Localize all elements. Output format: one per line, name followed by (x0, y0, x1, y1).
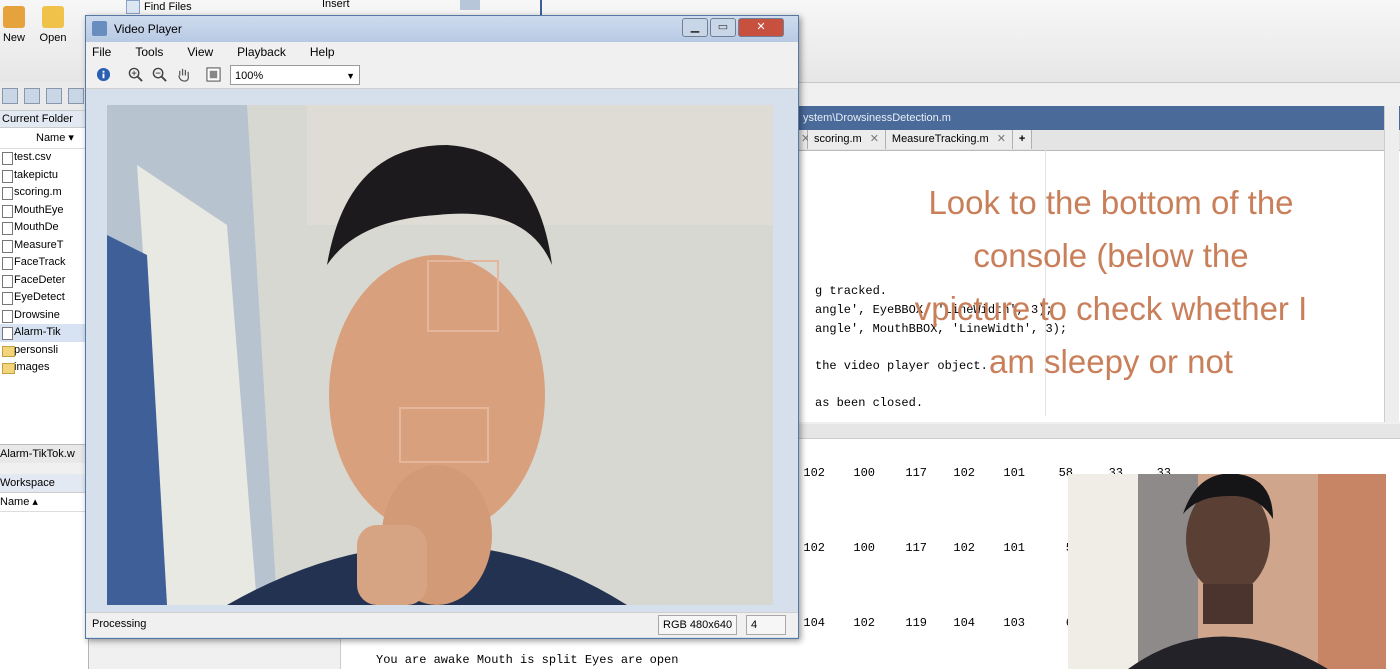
open-label: Open (39, 32, 67, 44)
format-indicator: RGB 480x640 (658, 615, 738, 635)
m-file-icon (2, 239, 13, 253)
find-files-icon (126, 0, 140, 14)
m-file-icon (2, 169, 13, 183)
new-tab-button[interactable]: + (1012, 130, 1033, 149)
folder-toolbar (0, 82, 88, 111)
annotation-line: Look to the bottom of the (928, 184, 1294, 221)
frame-counter: 4 (746, 615, 786, 635)
name-header-label: Name (36, 132, 66, 144)
video-player-window: Video Player ▁ ▭ ✕ File Tools View Playb… (85, 15, 799, 639)
menu-file[interactable]: File (92, 45, 111, 59)
folder-item[interactable]: personsli (0, 342, 88, 360)
file-item[interactable]: test.csv (0, 149, 88, 167)
minimize-button[interactable]: ▁ (682, 18, 708, 37)
command-window-header (799, 424, 1400, 439)
folder-icon (42, 6, 64, 28)
menu-playback[interactable]: Playback (237, 45, 286, 59)
annotation-line: am sleepy or not (989, 343, 1233, 380)
pan-hand-icon[interactable] (176, 67, 191, 82)
new-icon (3, 6, 25, 28)
status-line: You are awake Mouth is split Eyes are op… (376, 653, 679, 667)
tab-hidden[interactable]: ✕ (799, 130, 810, 149)
annotation-line: vpicture to check whether I (914, 290, 1308, 327)
file-item-selected[interactable]: Alarm-Tik (0, 324, 88, 342)
file-item[interactable]: MouthDe (0, 219, 88, 237)
fit-to-window-icon[interactable] (206, 67, 221, 82)
audio-file-icon (2, 327, 13, 340)
maximize-button[interactable]: ▭ (710, 18, 736, 37)
workspace-name-header[interactable]: Name ▴ (0, 493, 88, 512)
close-icon[interactable]: ✕ (997, 130, 1006, 149)
eye-bounding-box (427, 260, 499, 332)
tab-scoring[interactable]: scoring.m ✕ (808, 130, 886, 149)
insert-label: Insert (322, 0, 350, 10)
zoom-select[interactable]: 100% ▼ (230, 65, 360, 85)
m-file-icon (2, 257, 13, 270)
back-icon[interactable] (2, 88, 18, 104)
video-player-toolbar: 100% ▼ (86, 62, 798, 89)
video-player-menubar: File Tools View Playback Help (86, 42, 798, 62)
csv-file-icon (2, 152, 13, 165)
editor-path-bar: ystem\DrowsinessDetection.m (799, 106, 1400, 130)
browse-folder-icon[interactable] (68, 88, 84, 104)
tab-measure-tracking[interactable]: MeasureTracking.m ✕ (885, 130, 1013, 149)
info-icon[interactable] (96, 67, 111, 82)
file-item[interactable]: FaceTrack (0, 254, 88, 272)
menu-view[interactable]: View (187, 45, 213, 59)
ribbon-tool-icon[interactable] (460, 0, 480, 10)
mouth-bounding-box (399, 407, 489, 463)
code-line: as been closed. (815, 396, 924, 410)
file-item[interactable]: MouthEye (0, 202, 88, 220)
find-files-label: Find Files (144, 1, 192, 13)
chevron-down-icon: ▼ (346, 71, 355, 81)
file-item[interactable]: scoring.m (0, 184, 88, 202)
m-file-icon (2, 204, 13, 218)
folder-icon (2, 345, 15, 357)
file-item[interactable]: FaceDeter (0, 272, 88, 290)
name-column-header[interactable]: Name ▾ (0, 128, 88, 149)
annotation-line: console (below the (973, 237, 1249, 274)
open-button[interactable]: Open (36, 6, 70, 44)
workspace-panel: Workspace Name ▴ (0, 474, 89, 669)
new-label: New (2, 32, 25, 44)
new-button[interactable]: New (0, 6, 28, 44)
video-player-statusbar: Processing RGB 480x640 4 (86, 612, 798, 637)
insert-button[interactable]: Insert (322, 0, 350, 11)
processing-status: Processing (92, 618, 147, 630)
video-frame (107, 105, 773, 605)
current-folder-title: Current Folder (0, 111, 88, 128)
folder-item[interactable]: images (0, 359, 88, 377)
video-player-title: Video Player (114, 22, 182, 36)
video-player-icon (92, 21, 107, 36)
workspace-title: Workspace (0, 474, 88, 493)
webcam-overlay (1068, 474, 1386, 669)
editor-tabs: ✕ scoring.m ✕ MeasureTracking.m ✕ + (799, 130, 1400, 151)
close-button[interactable]: ✕ (738, 18, 784, 37)
video-player-titlebar[interactable]: Video Player ▁ ▭ ✕ (86, 16, 798, 42)
file-item[interactable]: takepictu (0, 167, 88, 185)
forward-icon[interactable] (24, 88, 40, 104)
file-item[interactable]: Drowsine (0, 307, 88, 325)
folder-icon (2, 363, 15, 374)
m-file-icon (2, 274, 13, 288)
up-folder-icon[interactable] (46, 88, 62, 104)
zoom-out-icon[interactable] (152, 67, 167, 82)
webcam-image (107, 105, 773, 605)
m-file-icon (2, 187, 13, 200)
zoom-in-icon[interactable] (128, 67, 143, 82)
find-files-button[interactable]: Find Files (126, 0, 192, 14)
m-file-icon (2, 222, 13, 235)
close-icon[interactable]: ✕ (870, 130, 879, 149)
file-list: test.csv takepictu scoring.m MouthEye Mo… (0, 149, 88, 377)
current-folder-panel: Current Folder Name ▾ test.csv takepictu… (0, 82, 89, 462)
editor-scrollbar[interactable] (1384, 106, 1399, 422)
file-item[interactable]: MeasureT (0, 237, 88, 255)
menu-help[interactable]: Help (310, 45, 335, 59)
folder-details-bar: Alarm-TikTok.w (0, 444, 88, 463)
m-file-icon (2, 292, 13, 305)
file-item[interactable]: EyeDetect (0, 289, 88, 307)
webcam-person-image (1068, 474, 1386, 669)
menu-tools[interactable]: Tools (135, 45, 163, 59)
m-file-icon (2, 309, 13, 323)
